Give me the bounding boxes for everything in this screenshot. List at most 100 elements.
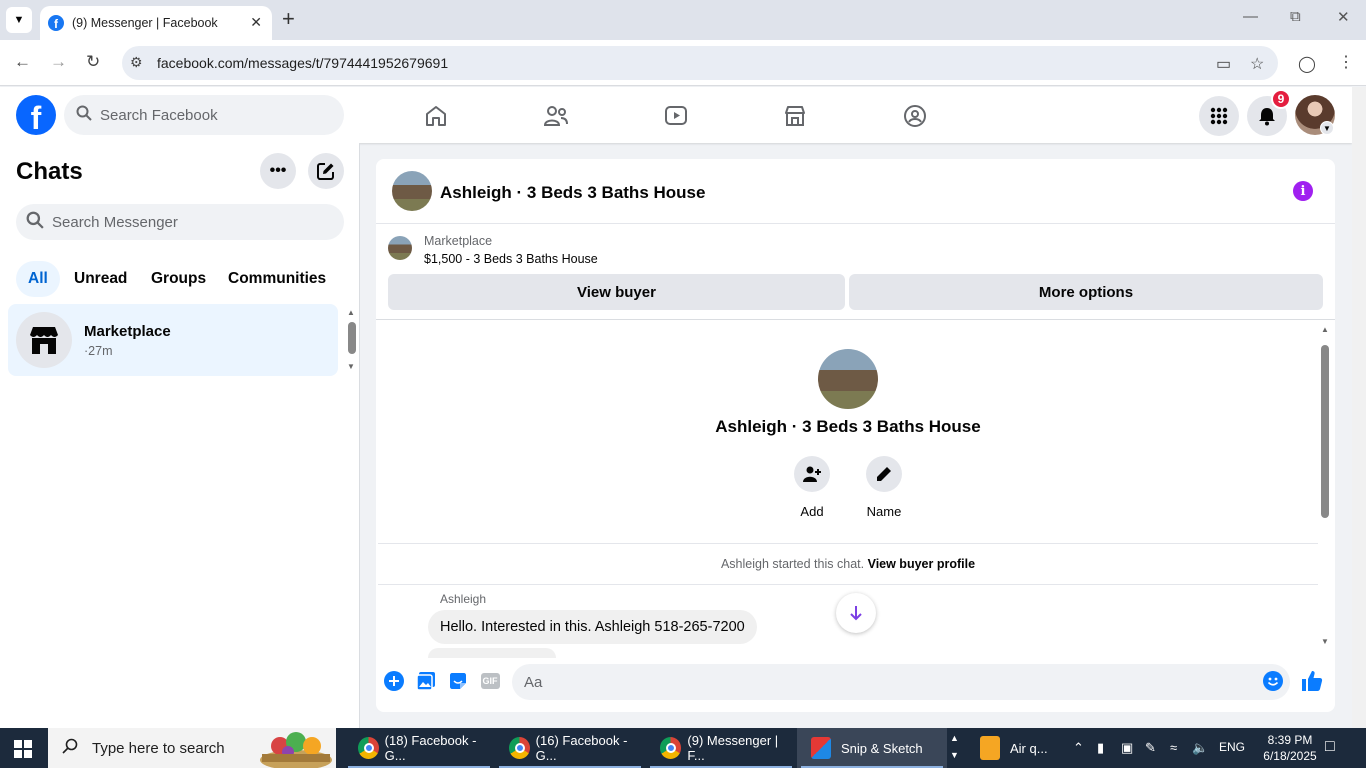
- battery-icon[interactable]: ▮: [1097, 740, 1104, 756]
- conversation-header: Ashleigh · 3 Beds 3 Baths House i: [376, 159, 1335, 224]
- chat-list-scrollbar[interactable]: ▲ ▼: [347, 308, 357, 372]
- taskbar-app-facebook-1[interactable]: (18) Facebook - G...: [344, 728, 494, 768]
- taskbar-overflow-icon[interactable]: ▲ ▼: [950, 730, 959, 764]
- scroll-down-arrow-icon[interactable]: ▼: [347, 362, 355, 371]
- message-input[interactable]: Aa: [512, 664, 1290, 700]
- taskbar-app-facebook-2[interactable]: (16) Facebook - G...: [495, 728, 645, 768]
- taskbar-app-snip-sketch[interactable]: Snip & Sketch: [797, 728, 947, 768]
- chat-item-marketplace[interactable]: Marketplace ·27m: [8, 304, 338, 376]
- chats-sidebar: Chats ••• Search Messenger All Unread Gr…: [0, 143, 360, 728]
- facebook-header: f Search Facebook 9 ▼: [0, 87, 1352, 143]
- scroll-up-arrow-icon[interactable]: ▲: [1321, 325, 1329, 334]
- thumbs-up-icon[interactable]: [1301, 670, 1323, 692]
- home-icon[interactable]: [421, 101, 451, 131]
- meet-now-icon[interactable]: ▣: [1121, 740, 1133, 756]
- taskbar-search-placeholder: Type here to search: [92, 739, 225, 757]
- site-info-icon[interactable]: ⚙: [130, 54, 143, 71]
- tab-title: (9) Messenger | Facebook: [72, 16, 218, 30]
- gif-icon[interactable]: GIF: [479, 670, 501, 692]
- minimize-icon[interactable]: —: [1243, 8, 1258, 25]
- new-tab-button[interactable]: +: [282, 8, 295, 30]
- chrome-icon: [358, 737, 379, 759]
- snip-sketch-icon: [811, 737, 831, 759]
- view-buyer-button[interactable]: View buyer: [388, 274, 845, 310]
- notification-center-icon[interactable]: □: [1325, 738, 1335, 756]
- friends-icon[interactable]: [541, 101, 571, 131]
- photo-icon[interactable]: [415, 670, 437, 692]
- tab-search-button[interactable]: ▼: [6, 7, 32, 33]
- url-text[interactable]: facebook.com/messages/t/7974441952679691: [157, 55, 448, 71]
- browser-menu-icon[interactable]: ⋮: [1338, 52, 1354, 72]
- reload-icon[interactable]: ↻: [86, 52, 100, 72]
- scroll-to-bottom-arrow-icon[interactable]: [836, 593, 876, 633]
- message-bubble[interactable]: Hello. Interested in this. Ashleigh 518-…: [428, 610, 757, 644]
- marketplace-store-icon: [16, 312, 72, 368]
- menu-grid-icon[interactable]: [1199, 96, 1239, 136]
- started-text: Ashleigh started this chat.: [720, 557, 865, 571]
- scrollbar-thumb[interactable]: [348, 322, 356, 354]
- info-icon[interactable]: i: [1293, 181, 1313, 201]
- scroll-down-arrow-icon[interactable]: ▼: [1321, 637, 1329, 646]
- filter-groups[interactable]: Groups: [139, 261, 218, 297]
- profile-avatar: [818, 349, 878, 409]
- search-icon: [26, 211, 44, 233]
- more-options-button[interactable]: More options: [849, 274, 1323, 310]
- pencil-icon[interactable]: [866, 456, 902, 492]
- bookmark-star-icon[interactable]: ☆: [1250, 54, 1264, 74]
- video-icon[interactable]: [661, 101, 691, 131]
- filter-all[interactable]: All: [16, 261, 60, 297]
- scrollbar-thumb[interactable]: [1321, 345, 1329, 518]
- emoji-icon[interactable]: [1262, 670, 1284, 692]
- show-hidden-icons-chevron-icon[interactable]: ⌃: [1073, 740, 1084, 756]
- divider: [378, 543, 1318, 544]
- facebook-search-placeholder: Search Facebook: [100, 106, 218, 124]
- conversation-title[interactable]: Ashleigh · 3 Beds 3 Baths House: [440, 183, 705, 203]
- taskbar-app-label: Snip & Sketch: [841, 740, 923, 756]
- add-action[interactable]: Add: [782, 456, 842, 519]
- browser-tab-messenger[interactable]: f (9) Messenger | Facebook ✕: [40, 6, 272, 40]
- taskbar-app-messenger[interactable]: (9) Messenger | F...: [646, 728, 796, 768]
- chrome-icon: [660, 737, 682, 759]
- divider: [376, 319, 1335, 320]
- name-action[interactable]: Name: [854, 456, 914, 519]
- volume-icon[interactable]: 🔈: [1192, 740, 1208, 756]
- back-icon[interactable]: ←: [14, 52, 31, 72]
- install-app-icon[interactable]: ▭: [1216, 54, 1231, 74]
- language-indicator[interactable]: ENG: [1219, 740, 1245, 754]
- facebook-logo-icon[interactable]: f: [16, 95, 56, 135]
- windows-start-icon[interactable]: [14, 740, 32, 758]
- marketplace-label: Marketplace: [424, 234, 493, 248]
- plus-icon[interactable]: [383, 670, 405, 692]
- clock-date: 6/18/2025: [1263, 749, 1317, 763]
- wifi-icon[interactable]: ≈: [1170, 740, 1177, 755]
- conversation-panel: Ashleigh · 3 Beds 3 Baths House i Market…: [376, 159, 1335, 712]
- taskbar-clock[interactable]: 8:39 PM 6/18/2025: [1255, 732, 1325, 764]
- marketplace-icon[interactable]: [780, 101, 810, 131]
- conversation-avatar[interactable]: [392, 171, 432, 211]
- new-message-icon[interactable]: [308, 153, 344, 189]
- browser-toolbar: ← → ↻ ⚙ facebook.com/messages/t/79744419…: [0, 40, 1366, 86]
- page-scrollbar[interactable]: [1352, 87, 1366, 728]
- conversation-scrollbar[interactable]: ▲ ▼: [1319, 325, 1333, 650]
- chrome-icon: [509, 737, 530, 759]
- sticker-icon[interactable]: [447, 670, 469, 692]
- add-person-icon[interactable]: [794, 456, 830, 492]
- restore-icon[interactable]: ⧉: [1290, 8, 1301, 25]
- filter-communities[interactable]: Communities: [216, 261, 338, 297]
- messenger-search-input[interactable]: Search Messenger: [16, 204, 344, 240]
- filter-unread[interactable]: Unread: [62, 261, 139, 297]
- scroll-up-arrow-icon[interactable]: ▲: [347, 308, 355, 317]
- forward-icon[interactable]: →: [50, 52, 67, 72]
- taskbar-app-label: (9) Messenger | F...: [687, 733, 779, 763]
- groups-icon[interactable]: [900, 101, 930, 131]
- close-window-icon[interactable]: ✕: [1337, 8, 1350, 26]
- facebook-search-input[interactable]: Search Facebook: [64, 95, 344, 135]
- pen-workspace-icon[interactable]: ✎: [1145, 740, 1156, 756]
- address-bar[interactable]: ⚙ facebook.com/messages/t/79744419526796…: [122, 46, 1278, 80]
- profile-icon[interactable]: ◯: [1298, 54, 1316, 74]
- more-options-icon[interactable]: •••: [260, 153, 296, 189]
- taskbar-app-air-quality[interactable]: Air q...: [966, 728, 1066, 768]
- close-tab-icon[interactable]: ✕: [250, 14, 262, 31]
- view-buyer-profile-link[interactable]: View buyer profile: [868, 557, 975, 571]
- chevron-down-icon[interactable]: ▼: [1320, 121, 1334, 135]
